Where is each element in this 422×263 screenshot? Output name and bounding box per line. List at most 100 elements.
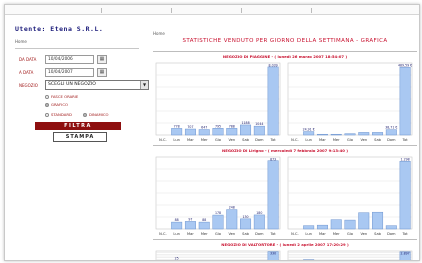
data-label: 88 [202,218,206,222]
page-title: STATISTICHE VENDUTO PER GIORNO DELLA SET… [182,38,388,44]
chart-lirigno-val: N.C. Lun Mar Mer Gio Ven Sab Dom 1.298 Tot [285,155,415,237]
data-label: 1.298 [401,158,410,162]
radio-selected-icon[interactable] [83,113,87,117]
radio-icon[interactable] [45,95,49,99]
bar-tot [267,66,279,136]
data-label: 97 [188,217,192,221]
a-data-label: A DATA [19,70,34,75]
bar-chart: N.C. Lun Mar Mer Gio Ven Sab Dom 1.298 Tot [287,156,413,236]
tick-label: Tot [270,138,277,142]
section-title: NEGOZIO DI VALTORTORE - ( lunedì 2 april… [221,242,349,247]
bar-ven [358,212,370,230]
home-link[interactable]: Home [153,31,165,36]
tick-label: Ven [360,232,367,236]
tick-label: Mar [319,138,326,142]
tick-label: N.C. [159,232,166,236]
divider [153,239,417,240]
window-ruler [5,5,419,15]
bar-lun [303,259,315,260]
bar-lun [303,131,315,136]
radio-standard[interactable]: STANDARD [45,112,72,117]
negozio-selected-value: SCEGLI UN NEGOZIO [48,82,96,87]
bar-lun [171,128,183,136]
data-label: 130 [243,215,249,219]
bar-lun [303,225,315,230]
bar-mer [330,219,342,230]
tick-label: N.C. [291,232,298,236]
data-label: 795 [215,124,221,128]
data-label: 707 [187,125,193,129]
bar-sab [240,218,252,230]
stampa-button[interactable]: STAMPA [53,132,107,142]
tick-label: Ven [228,232,235,236]
tick-label: N.C. [159,138,166,142]
radio-label: STANDARD [51,112,72,117]
section-title: NEGOZIO DI Lirigno - ( mercoledì 7 febbr… [222,148,348,153]
bar-ven [226,209,238,230]
tick-label: N.C. [291,138,298,142]
tick-label: Dom [255,232,264,236]
negozio-row: NEGOZIO SCEGLI UN NEGOZIO ▼ [19,80,149,90]
calendar-icon[interactable]: ▦ [97,55,107,64]
bar-ven [358,132,370,136]
bar-gio [344,133,356,136]
a-data-row: A DATA 10/04/2007 ▦ [19,68,137,77]
a-data-input[interactable]: 10/04/2007 [45,68,94,77]
da-data-row: DA DATA 10/04/2006 ▦ [19,55,137,64]
bar-tot [399,66,411,136]
data-label: 180 [256,211,262,215]
tick-label: Sab [242,232,249,236]
data-label: 2.897 [401,252,410,256]
bar-tot [399,161,411,230]
tick-label: Dom [255,138,264,142]
data-label: 178 [215,211,221,215]
calendar-icon[interactable]: ▦ [97,68,107,77]
home-link[interactable]: Home [15,39,27,44]
tick-label: Mar [187,138,194,142]
bar-lun [171,260,181,261]
bar-mar [184,128,196,136]
bar-dom [385,225,397,230]
divider [153,51,417,52]
tick-label: Gio [347,232,353,236]
bar-sab [240,124,252,136]
tick-label: Mar [319,232,326,236]
chart-piaggine-qty: N.C. 778 Lun 707 Mar 647 Mer 795 Gio 788 Ven 1188 Sa… [153,61,283,143]
section-title: NEGOZIO DI PIAGGINE - ( lunedì 26 marzo … [222,54,348,59]
chevron-down-icon[interactable]: ▼ [140,81,148,89]
radio-fasce-orarie[interactable]: FASCE ORARIE [45,94,78,99]
bar-mar [184,221,196,230]
bar-tot [267,160,279,230]
data-label: 873 [270,158,276,162]
bar-gio [344,219,356,230]
data-label: 88 [175,218,179,222]
chart-lirigno-qty: N.C. 88 Lun 97 Mar 88 Mer 178 Gio 248 Ven 130 Sab 180… [153,155,283,237]
tick-label: Mer [333,232,340,236]
negozio-select[interactable]: SCEGLI UN NEGOZIO ▼ [45,80,149,90]
tick-label: Ven [360,138,367,142]
tick-label: Mer [333,138,340,142]
tick-label: Ven [228,138,235,142]
radio-label: FASCE ORARIE [51,94,79,99]
filtra-button[interactable]: FILTRA [35,122,121,130]
bar-dom [253,214,265,230]
radio-grafico[interactable]: GRAFICO [45,102,68,107]
data-label: 778 [174,124,180,128]
bar-sab [372,211,384,230]
tick-label: Gio [215,232,221,236]
tick-label: Tot [270,232,277,236]
negozio-label: NEGOZIO [19,83,38,88]
divider [153,145,417,146]
radio-selected-icon[interactable] [45,103,49,107]
data-label: 25 [175,256,179,260]
data-label: 38,71 € [385,126,397,130]
tick-label: Mer [201,138,208,142]
app-window: Utente: Etena S.R.L. Home DA DATA 10/04/… [4,4,420,261]
data-label: 647 [201,126,207,130]
da-data-input[interactable]: 10/04/2006 [45,55,94,64]
radio-icon[interactable] [45,113,49,117]
chart-valtortore-val: 2.897 [285,249,415,260]
radio-dinamico[interactable]: DINAMICO [83,112,109,117]
bar-chart: 25 330 [155,250,281,261]
bar-gio [212,214,224,230]
